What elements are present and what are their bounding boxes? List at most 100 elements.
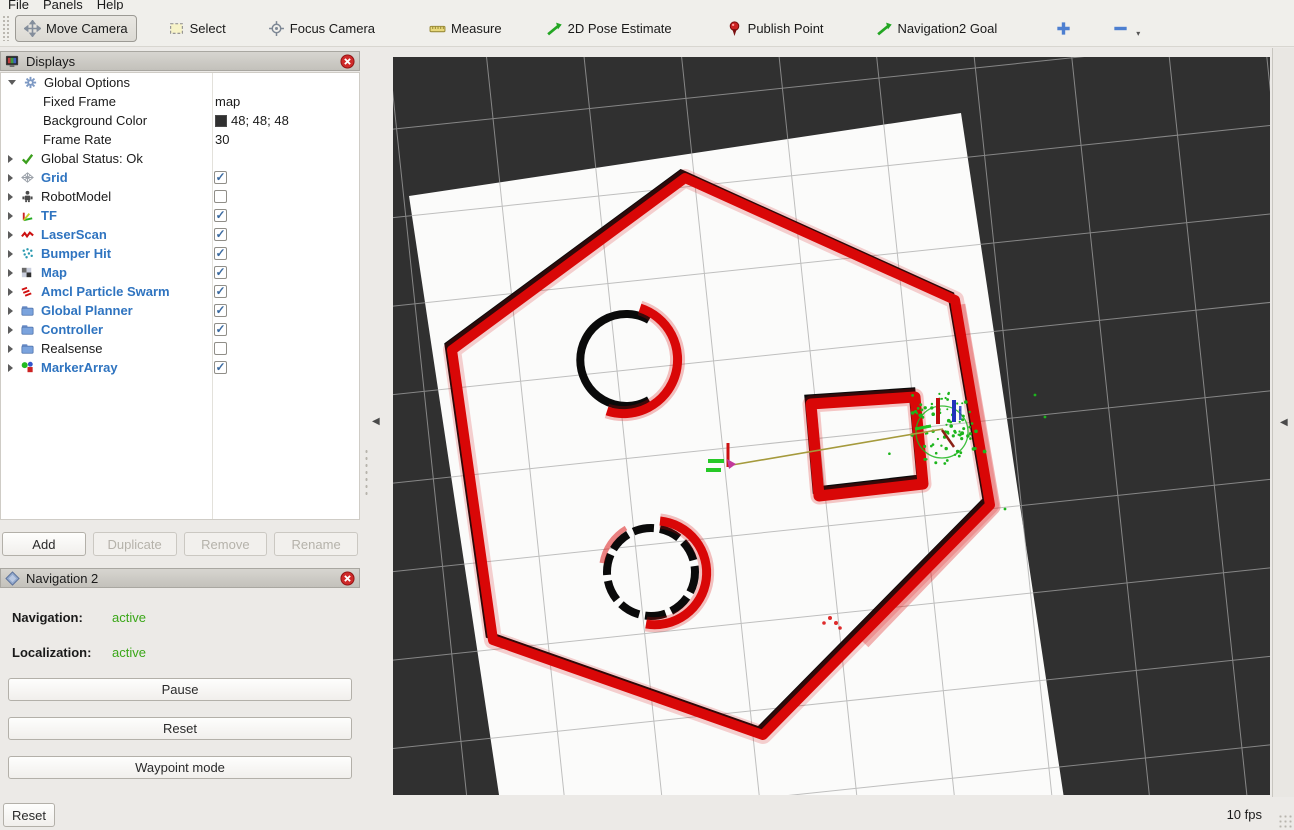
tool-label: Move Camera	[46, 21, 128, 36]
menu-panels[interactable]: Panels	[43, 0, 83, 10]
expander-icon[interactable]	[8, 326, 13, 334]
display-row-global-options[interactable]: Global Options	[1, 73, 359, 92]
collapse-right-arrow-icon[interactable]: ◀	[1280, 417, 1288, 428]
display-row-amcl-particle-swarm[interactable]: Amcl Particle Swarm ✓	[1, 282, 359, 301]
panel-viewport-splitter[interactable]: ◀	[361, 48, 393, 797]
navigation2-icon	[5, 571, 20, 586]
nav-goal-icon	[876, 20, 893, 37]
tool-measure[interactable]: Measure	[420, 15, 511, 42]
expander-icon[interactable]	[8, 345, 13, 353]
row-label: Amcl Particle Swarm	[41, 284, 170, 299]
row-label: Global Options	[44, 75, 130, 90]
menu-help[interactable]: Help	[97, 0, 124, 10]
visibility-checkbox[interactable]: ✓	[214, 171, 227, 184]
display-row-laserscan[interactable]: LaserScan✓	[1, 225, 359, 244]
display-row-markerarray[interactable]: MarkerArray✓	[1, 358, 359, 377]
expander-icon[interactable]	[8, 288, 13, 296]
visibility-checkbox[interactable]	[214, 342, 227, 355]
tool-remove-tool[interactable]: ▾	[1103, 15, 1147, 42]
3d-viewport[interactable]	[393, 57, 1270, 795]
expander-icon[interactable]	[8, 174, 13, 182]
row-value[interactable]: 48; 48; 48	[215, 113, 289, 128]
display-row-realsense[interactable]: Realsense	[1, 339, 359, 358]
tool-label: Measure	[451, 21, 502, 36]
reset-button[interactable]: Reset	[3, 803, 55, 827]
expander-icon[interactable]	[8, 80, 16, 85]
property-row-background-color[interactable]: Background Color48; 48; 48	[1, 111, 359, 130]
expander-icon[interactable]	[8, 307, 13, 315]
menu-bar: File Panels Help	[0, 0, 1294, 10]
row-label: Bumper Hit	[41, 246, 111, 261]
measure-icon	[429, 20, 446, 37]
expander-icon[interactable]	[8, 155, 13, 163]
right-collapsed-panel[interactable]: ◀	[1272, 48, 1294, 797]
visibility-checkbox[interactable]: ✓	[214, 361, 227, 374]
expander-icon[interactable]	[8, 212, 13, 220]
expander-icon[interactable]	[8, 250, 13, 258]
status-label: Localization:	[12, 645, 91, 660]
tool-publish-point[interactable]: Publish Point	[717, 15, 833, 42]
expander-icon[interactable]	[8, 231, 13, 239]
waypoint-mode-button[interactable]: Waypoint mode	[8, 756, 352, 779]
visibility-checkbox[interactable]: ✓	[214, 304, 227, 317]
collapse-left-arrow-icon[interactable]: ◀	[372, 416, 380, 427]
displays-panel-header[interactable]: Displays	[0, 51, 360, 71]
tool-add-tool[interactable]	[1046, 15, 1081, 42]
splitter-handle-dots	[364, 448, 370, 498]
display-row-controller[interactable]: Controller✓	[1, 320, 359, 339]
display-row-robotmodel[interactable]: RobotModel	[1, 187, 359, 206]
property-row-frame-rate[interactable]: Frame Rate30	[1, 130, 359, 149]
display-row-global-status-ok[interactable]: Global Status: Ok	[1, 149, 359, 168]
displays-panel-title: Displays	[26, 54, 340, 69]
visibility-checkbox[interactable]: ✓	[214, 228, 227, 241]
tool-move-camera[interactable]: Move Camera	[15, 15, 137, 42]
remove-button[interactable]: Remove	[184, 532, 268, 556]
visibility-checkbox[interactable]	[214, 190, 227, 203]
displays-close-icon[interactable]	[340, 54, 355, 69]
visibility-checkbox[interactable]: ✓	[214, 285, 227, 298]
display-row-tf[interactable]: TF✓	[1, 206, 359, 225]
property-row-fixed-frame[interactable]: Fixed Framemap	[1, 92, 359, 111]
status-value: active	[112, 610, 146, 625]
visibility-checkbox[interactable]: ✓	[214, 323, 227, 336]
expander-icon[interactable]	[8, 193, 13, 201]
row-value[interactable]: map	[215, 94, 240, 109]
marker-array-icon	[20, 360, 35, 375]
expander-icon[interactable]	[8, 269, 13, 277]
status-bar: Reset 10 fps	[0, 797, 1294, 830]
display-row-grid[interactable]: Grid✓	[1, 168, 359, 187]
resize-grip[interactable]	[1278, 814, 1292, 828]
toolbar-drag-handle[interactable]	[2, 15, 9, 41]
navigation2-close-icon[interactable]	[340, 571, 355, 586]
rename-button[interactable]: Rename	[274, 532, 358, 556]
folder-icon	[20, 341, 35, 356]
tool-dropdown-caret[interactable]: ▾	[1136, 29, 1140, 38]
amcl-icon	[20, 284, 35, 299]
expander-icon[interactable]	[8, 364, 13, 372]
duplicate-button[interactable]: Duplicate	[93, 532, 177, 556]
display-row-map[interactable]: Map✓	[1, 263, 359, 282]
row-value[interactable]: 30	[215, 132, 229, 147]
folder-icon	[20, 303, 35, 318]
visibility-checkbox[interactable]: ✓	[214, 209, 227, 222]
navigation2-panel-header[interactable]: Navigation 2	[0, 568, 360, 588]
pause-button[interactable]: Pause	[8, 678, 352, 701]
tool-select[interactable]: Select	[159, 15, 235, 42]
status-row-localization: Localization:active	[12, 645, 91, 660]
status-label: Navigation:	[12, 610, 83, 625]
menu-file[interactable]: File	[8, 0, 29, 10]
reset-button[interactable]: Reset	[8, 717, 352, 740]
add-button[interactable]: Add	[2, 532, 86, 556]
tool-nav-goal[interactable]: Navigation2 Goal	[867, 15, 1007, 42]
visibility-checkbox[interactable]: ✓	[214, 247, 227, 260]
status-value: active	[112, 645, 146, 660]
visibility-checkbox[interactable]: ✓	[214, 266, 227, 279]
focus-camera-icon	[268, 20, 285, 37]
display-row-bumper-hit[interactable]: Bumper Hit ✓	[1, 244, 359, 263]
render-scene	[393, 57, 1270, 795]
displays-icon	[5, 54, 20, 69]
display-row-global-planner[interactable]: Global Planner✓	[1, 301, 359, 320]
tool-focus-camera[interactable]: Focus Camera	[259, 15, 384, 42]
tool-pose-estimate[interactable]: 2D Pose Estimate	[537, 15, 681, 42]
remove-tool-icon	[1112, 20, 1129, 37]
